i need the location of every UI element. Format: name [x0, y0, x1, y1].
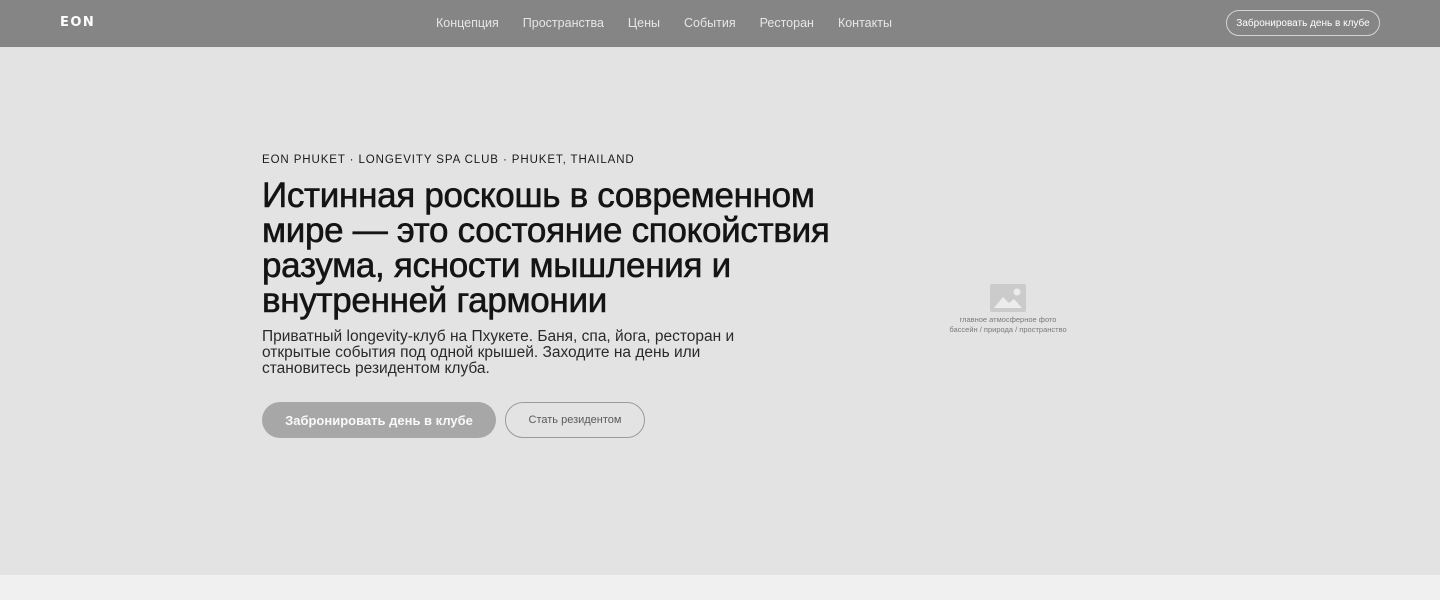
hero-eyebrow: EON PHUKET · LONGEVITY SPA CLUB · PHUKET…	[262, 154, 635, 166]
main-nav: Концепция Пространства Цены События Рест…	[436, 16, 916, 30]
hero-headline: Истинная роскошь в современном мире — эт…	[262, 176, 830, 320]
hero-section: EON PHUKET · LONGEVITY SPA CLUB · PHUKET…	[0, 47, 1440, 575]
logo[interactable]: EON	[60, 15, 95, 30]
image-icon	[990, 284, 1026, 312]
become-resident-button[interactable]: Стать резидентом	[505, 402, 645, 438]
header-book-button[interactable]: Забронировать день в клубе	[1226, 10, 1380, 36]
hero-photo-placeholder: главное атмосферное фото бассейн / приро…	[930, 284, 1086, 335]
nav-link-spaces[interactable]: Пространства	[523, 16, 604, 30]
next-section-edge	[0, 575, 1440, 600]
nav-link-contacts[interactable]: Контакты	[838, 16, 892, 30]
nav-link-events[interactable]: События	[684, 16, 736, 30]
book-day-button[interactable]: Забронировать день в клубе	[262, 402, 496, 438]
site-header: EON Концепция Пространства Цены События …	[0, 0, 1440, 47]
photo-caption-line1: главное атмосферное фото	[959, 315, 1057, 324]
photo-caption-line2: бассейн / природа / пространство	[949, 325, 1067, 334]
hero-lead: Приватный longevity-клуб на Пхукете. Бан…	[262, 328, 735, 377]
nav-link-restaurant[interactable]: Ресторан	[760, 16, 814, 30]
nav-link-concept[interactable]: Концепция	[436, 16, 499, 30]
nav-link-prices[interactable]: Цены	[628, 16, 660, 30]
